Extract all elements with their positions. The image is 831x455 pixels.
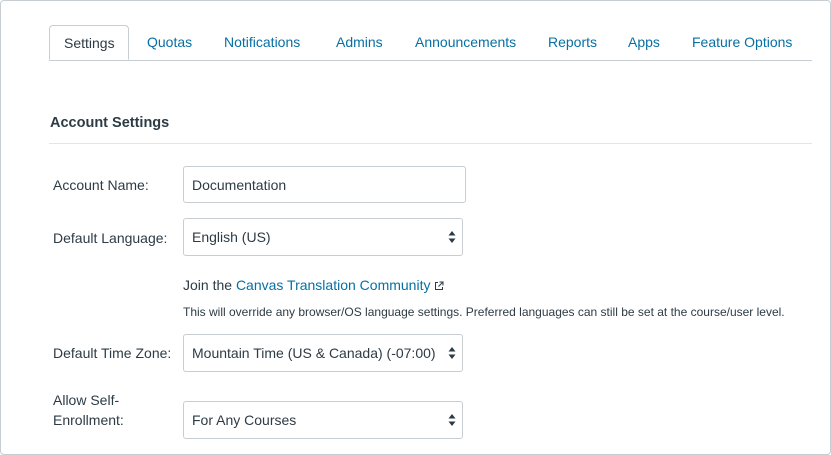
self-enrollment-select[interactable]: For Any Courses	[183, 401, 463, 439]
default-time-zone-label: Default Time Zone:	[53, 345, 172, 361]
self-enrollment-value: For Any Courses	[192, 412, 297, 428]
section-title: Account Settings	[50, 115, 170, 131]
translation-join-text: Join the Canvas Translation Community	[183, 275, 444, 295]
self-enrollment-label: Allow Self- Enrollment:	[53, 390, 124, 430]
account-name-label: Account Name:	[53, 177, 149, 193]
translation-prefix: Join the	[183, 277, 233, 293]
account-name-input[interactable]	[183, 166, 466, 203]
settings-panel: Settings Quotas Notifications Admins Ann…	[0, 0, 831, 455]
select-arrows-icon	[448, 414, 456, 426]
tab-reports[interactable]: Reports	[548, 25, 597, 60]
tab-settings[interactable]: Settings	[49, 25, 129, 60]
translation-community-link[interactable]: Canvas Translation Community	[236, 277, 431, 293]
tab-feature-options[interactable]: Feature Options	[692, 25, 792, 60]
tab-admins[interactable]: Admins	[336, 25, 383, 60]
default-language-value: English (US)	[192, 229, 271, 245]
self-enrollment-label-line1: Allow Self-	[53, 392, 120, 408]
default-language-select[interactable]: English (US)	[183, 218, 463, 256]
default-time-zone-select[interactable]: Mountain Time (US & Canada) (-07:00)	[183, 334, 463, 372]
external-link-icon	[435, 281, 444, 291]
tab-apps[interactable]: Apps	[628, 25, 660, 60]
self-enrollment-label-line2: Enrollment:	[53, 412, 124, 428]
tab-bar: Settings Quotas Notifications Admins Ann…	[49, 25, 812, 61]
tab-announcements[interactable]: Announcements	[415, 25, 516, 60]
select-arrows-icon	[448, 347, 456, 359]
section-divider	[49, 143, 812, 144]
default-time-zone-value: Mountain Time (US & Canada) (-07:00)	[192, 345, 436, 361]
language-help-text: This will override any browser/OS langua…	[183, 305, 785, 319]
select-arrows-icon	[448, 231, 456, 243]
default-language-label: Default Language:	[53, 230, 168, 246]
tab-quotas[interactable]: Quotas	[147, 25, 192, 60]
tab-notifications[interactable]: Notifications	[224, 25, 300, 60]
